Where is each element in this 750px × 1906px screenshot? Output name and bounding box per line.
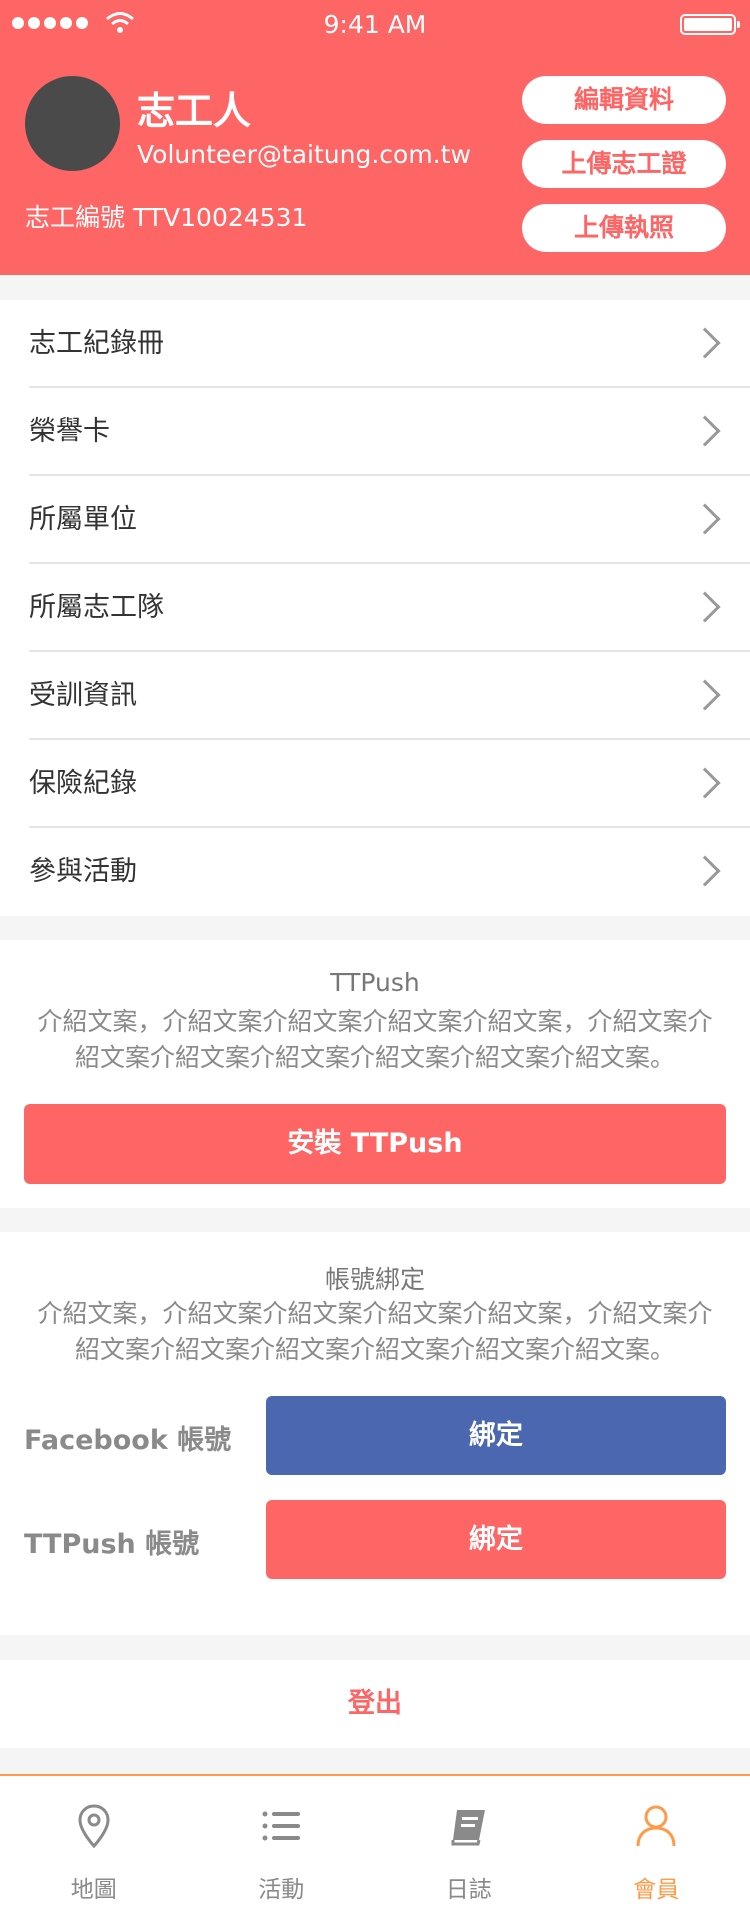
status-time: 9:41 AM: [323, 10, 427, 39]
tab-bar: 地圖 活動 日誌 會員: [0, 1774, 750, 1906]
menu-item-team[interactable]: 所屬志工隊: [29, 564, 750, 652]
menu-item-label: 受訓資訊: [29, 680, 137, 711]
menu-item-honor-card[interactable]: 榮譽卡: [29, 388, 750, 476]
tab-map[interactable]: 地圖: [0, 1776, 188, 1906]
bind-ttpush-button[interactable]: 綁定: [266, 1500, 726, 1579]
binding-desc-line1: 介紹文案，介紹文案介紹文案介紹文案介紹文案，介紹文案介: [37, 1299, 713, 1328]
chevron-right-icon: [689, 591, 721, 623]
menu-item-insurance[interactable]: 保險紀錄: [29, 740, 750, 828]
menu-item-label: 榮譽卡: [29, 416, 110, 447]
tab-activities[interactable]: 活動: [188, 1776, 376, 1906]
upload-volunteer-card-button[interactable]: 上傳志工證: [522, 140, 726, 188]
ttpush-card: TTPush 介紹文案，介紹文案介紹文案介紹文案介紹文案，介紹文案介 紹文案介紹…: [0, 940, 750, 1208]
chevron-right-icon: [689, 415, 721, 447]
account-binding-card: 帳號綁定 介紹文案，介紹文案介紹文案介紹文案介紹文案，介紹文案介 紹文案介紹文案…: [0, 1232, 750, 1635]
binding-desc-line2: 紹文案介紹文案介紹文案介紹文案介紹文案介紹文案。: [74, 1335, 675, 1364]
chevron-right-icon: [689, 327, 721, 359]
tab-label: 地圖: [70, 1877, 117, 1903]
volunteer-id: 志工編號 TTV10024531: [25, 203, 308, 232]
profile-menu: 志工紀錄冊 榮譽卡 所屬單位 所屬志工隊 受訓資訊 保險紀錄 參與活動: [0, 300, 750, 916]
user-icon: [636, 1805, 676, 1847]
facebook-account-label: Facebook 帳號: [24, 1425, 232, 1456]
menu-item-label: 保險紀錄: [29, 768, 137, 799]
tab-journal[interactable]: 日誌: [375, 1776, 563, 1906]
ttpush-account-label: TTPush 帳號: [24, 1529, 200, 1560]
tab-label: 日誌: [445, 1877, 492, 1903]
install-ttpush-button[interactable]: 安裝 TTPush: [24, 1104, 726, 1184]
user-email: Volunteer@taitung.com.tw: [137, 140, 471, 169]
list-icon: [262, 1811, 301, 1841]
logout-button[interactable]: 登出: [0, 1660, 750, 1748]
upload-license-button[interactable]: 上傳執照: [522, 204, 726, 252]
menu-item-label: 所屬單位: [29, 504, 137, 535]
chevron-right-icon: [689, 767, 721, 799]
ttpush-title: TTPush: [330, 968, 420, 997]
menu-item-label: 志工紀錄冊: [29, 328, 164, 359]
menu-item-label: 參與活動: [29, 856, 137, 887]
menu-item-volunteer-record[interactable]: 志工紀錄冊: [29, 300, 750, 388]
menu-item-unit[interactable]: 所屬單位: [29, 476, 750, 564]
user-name: 志工人: [137, 89, 252, 133]
chevron-right-icon: [689, 679, 721, 711]
menu-item-activities[interactable]: 參與活動: [29, 828, 750, 916]
chevron-right-icon: [689, 855, 721, 887]
bind-facebook-button[interactable]: 綁定: [266, 1396, 726, 1475]
chevron-right-icon: [689, 503, 721, 535]
avatar[interactable]: [25, 76, 120, 171]
menu-item-training[interactable]: 受訓資訊: [29, 652, 750, 740]
tab-label: 活動: [258, 1877, 305, 1903]
menu-item-label: 所屬志工隊: [29, 592, 164, 623]
binding-title: 帳號綁定: [324, 1265, 425, 1294]
tab-label: 會員: [633, 1877, 680, 1903]
status-bar: 9:41 AM: [0, 0, 750, 48]
tab-member[interactable]: 會員: [563, 1776, 750, 1906]
battery-icon: [680, 14, 740, 35]
ttpush-desc-line2: 紹文案介紹文案介紹文案介紹文案介紹文案介紹文案。: [74, 1043, 675, 1072]
profile-header: 9:41 AM 志工人 Volunteer@taitung.com.tw 志工編…: [0, 0, 750, 275]
edit-profile-button[interactable]: 編輯資料: [522, 76, 726, 124]
ttpush-desc-line1: 介紹文案，介紹文案介紹文案介紹文案介紹文案，介紹文案介: [37, 1007, 713, 1036]
map-pin-icon: [78, 1804, 110, 1849]
book-icon: [451, 1810, 485, 1846]
